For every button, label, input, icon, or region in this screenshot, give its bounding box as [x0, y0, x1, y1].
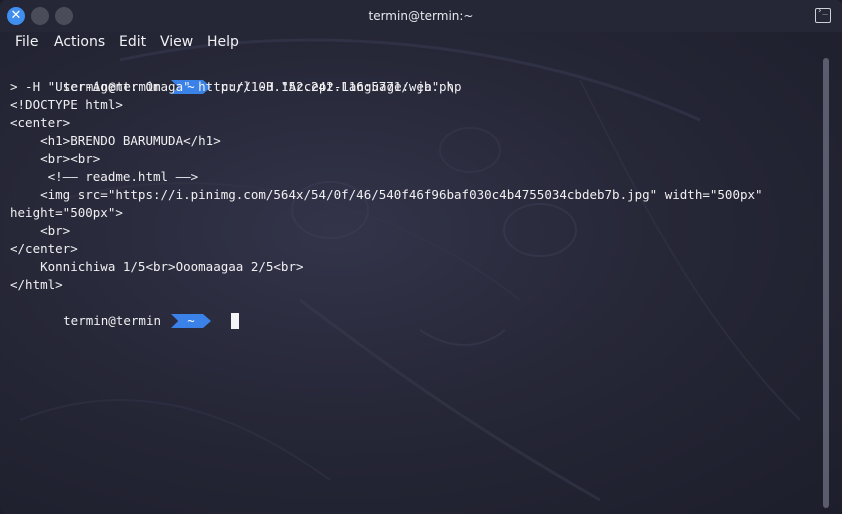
- menu-view[interactable]: View: [160, 34, 193, 50]
- scrollbar[interactable]: [823, 58, 829, 508]
- prompt-line: termin@termin ~ curl -H "Accept-Language: …: [10, 60, 454, 94]
- terminal-window: ✕ termin@termin:~ ›_ File Actions Edit V…: [0, 0, 842, 514]
- output-line: Konnichiwa 1/5<br>Ooomaagaa 2/5<br>: [10, 259, 304, 274]
- title-bar: ✕ termin@termin:~ ›_: [0, 0, 842, 32]
- terminal-icon[interactable]: ›_: [815, 6, 831, 23]
- output-line: <!DOCTYPE html>: [10, 97, 123, 112]
- terminal-output[interactable]: termin@termin ~ curl -H "Accept-Language: …: [10, 58, 822, 508]
- output-line: <br>: [10, 223, 71, 238]
- menu-bar: File Actions Edit View Help: [0, 32, 842, 56]
- output-line: <img src="https://i.pinimg.com/564x/54/0…: [10, 187, 763, 202]
- output-line: </center>: [10, 241, 78, 256]
- output-line: </html>: [10, 277, 63, 292]
- output-line: <!—— readme.html ——>: [10, 169, 199, 184]
- menu-help[interactable]: Help: [207, 34, 239, 50]
- text-cursor: [231, 313, 239, 329]
- output-line: <br><br>: [10, 151, 101, 166]
- output-line: height="500px">: [10, 205, 123, 220]
- menu-edit[interactable]: Edit: [119, 34, 146, 50]
- prompt-line: termin@termin ~: [10, 294, 239, 329]
- prompt-directory: ~: [171, 314, 211, 328]
- menu-actions[interactable]: Actions: [54, 34, 105, 50]
- prompt-user: termin@termin: [63, 313, 161, 328]
- output-line: <h1>BRENDO BARUMUDA</h1>: [10, 133, 221, 148]
- window-title: termin@termin:~: [368, 9, 474, 23]
- output-line: <center>: [10, 115, 71, 130]
- output-line: > -H "User-Agent: Omaga" http://103.152.…: [10, 79, 462, 94]
- menu-file[interactable]: File: [15, 34, 38, 50]
- command-text: [211, 313, 221, 328]
